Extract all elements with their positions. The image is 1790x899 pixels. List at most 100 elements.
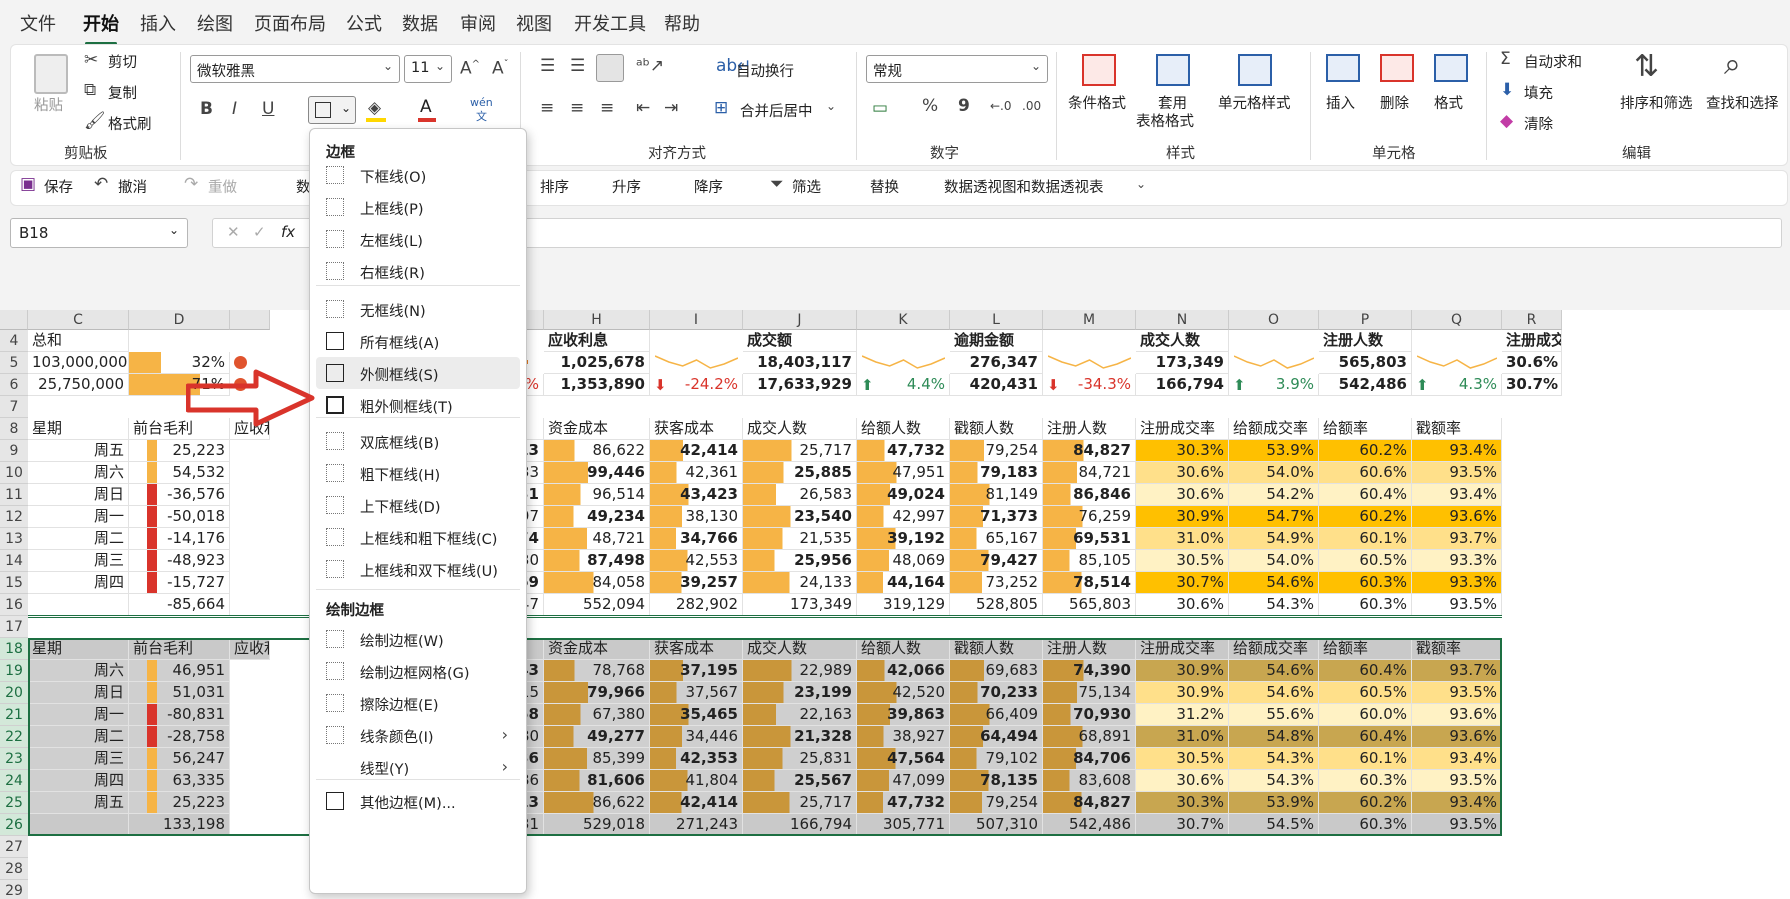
column-label[interactable]: 戳额率 bbox=[1412, 418, 1502, 440]
border-option-8[interactable]: 双底框线(B) bbox=[316, 425, 520, 457]
row-header[interactable]: 7 bbox=[0, 396, 28, 418]
align-middle-icon[interactable]: ☰ bbox=[570, 58, 585, 75]
border-option-11[interactable]: 上框线和粗下框线(C) bbox=[316, 521, 520, 553]
data-cell[interactable]: 47,951 bbox=[857, 462, 950, 484]
column-header[interactable]: H bbox=[544, 310, 650, 330]
kpi-value[interactable]: 542,486 bbox=[1319, 374, 1412, 396]
align-bottom-icon[interactable] bbox=[596, 54, 624, 82]
total-cell[interactable]: 173,349 bbox=[743, 594, 857, 616]
row-header[interactable]: 11 bbox=[0, 484, 28, 506]
draw-option-0[interactable]: 绘制边框(W) bbox=[316, 623, 520, 655]
data-cell[interactable]: 86,622 bbox=[544, 440, 650, 462]
total-cell[interactable]: -85,664 bbox=[129, 594, 230, 616]
column-label[interactable]: 注册人数 bbox=[1043, 418, 1136, 440]
data-cell[interactable]: 49,234 bbox=[544, 506, 650, 528]
align-top-icon[interactable]: ☰ bbox=[540, 58, 555, 75]
row-header[interactable]: 19 bbox=[0, 660, 28, 682]
tab-developer[interactable]: 开发工具 bbox=[574, 10, 646, 36]
font-color-icon[interactable]: A bbox=[420, 99, 432, 116]
data-cell[interactable]: 39,257 bbox=[650, 572, 743, 594]
row-header[interactable]: 16 bbox=[0, 594, 28, 616]
column-label[interactable]: 注册成交率 bbox=[1136, 418, 1229, 440]
data-cell[interactable]: 60.3% bbox=[1319, 572, 1412, 594]
enter-icon[interactable]: ✓ bbox=[253, 223, 266, 241]
weekday-cell[interactable]: 周五 bbox=[28, 440, 129, 462]
replace-button[interactable]: 替换 bbox=[870, 176, 899, 197]
row-header[interactable]: 29 bbox=[0, 880, 28, 899]
tab-home[interactable]: 开始 bbox=[83, 10, 119, 45]
row-header[interactable]: 5 bbox=[0, 352, 28, 374]
data-cell[interactable]: 93.4% bbox=[1412, 484, 1502, 506]
column-label[interactable]: 获客成本 bbox=[650, 418, 743, 440]
align-left-icon[interactable]: ≡ bbox=[540, 100, 554, 117]
chevron-down-icon[interactable]: ⌄ bbox=[826, 100, 836, 112]
row-header[interactable]: 28 bbox=[0, 858, 28, 880]
data-cell[interactable]: 30.6% bbox=[1136, 484, 1229, 506]
kpi-value[interactable]: 1,025,678 bbox=[544, 352, 650, 374]
tab-help[interactable]: 帮助 bbox=[664, 10, 700, 36]
border-option-5[interactable]: 所有框线(A) bbox=[316, 325, 520, 357]
data-cell[interactable]: 79,183 bbox=[950, 462, 1043, 484]
column-header[interactable]: O bbox=[1229, 310, 1319, 330]
paste-button[interactable]: 粘贴 bbox=[34, 94, 63, 115]
data-cell[interactable]: 53.9% bbox=[1229, 440, 1319, 462]
data-cell[interactable]: 42,553 bbox=[650, 550, 743, 572]
redo-button[interactable]: 重做 bbox=[208, 176, 237, 197]
tab-insert[interactable]: 插入 bbox=[140, 10, 176, 36]
border-option-6[interactable]: 外侧框线(S) bbox=[316, 357, 520, 389]
data-cell[interactable]: 21,535 bbox=[743, 528, 857, 550]
data-cell[interactable]: 54.2% bbox=[1229, 484, 1319, 506]
find-select-button[interactable]: 查找和选择 bbox=[1706, 92, 1779, 113]
kpi-value[interactable]: 17,633,929 bbox=[743, 374, 857, 396]
data-cell[interactable]: 49,024 bbox=[857, 484, 950, 506]
column-header[interactable]: P bbox=[1319, 310, 1412, 330]
data-cell[interactable]: 25,223 bbox=[129, 440, 230, 462]
weekday-cell[interactable]: 周六 bbox=[28, 462, 129, 484]
paste-icon[interactable] bbox=[34, 54, 68, 94]
data-cell[interactable]: 99,446 bbox=[544, 462, 650, 484]
delete-cells-button[interactable]: 删除 bbox=[1380, 92, 1409, 113]
data-cell[interactable]: 31.0% bbox=[1136, 528, 1229, 550]
column-header[interactable]: R bbox=[1502, 310, 1562, 330]
row-header[interactable]: 6 bbox=[0, 374, 28, 396]
column-header[interactable]: D bbox=[129, 310, 230, 330]
underline-button[interactable]: U bbox=[262, 101, 274, 118]
data-cell[interactable]: 44,164 bbox=[857, 572, 950, 594]
align-center-icon[interactable]: ≡ bbox=[570, 100, 584, 117]
kpi-value[interactable]: 420,431 bbox=[950, 374, 1043, 396]
data-cell[interactable]: 85,105 bbox=[1043, 550, 1136, 572]
percent-style-button[interactable]: % bbox=[922, 98, 938, 115]
sort-descending-button[interactable]: 降序 bbox=[694, 176, 723, 197]
kpi-value[interactable]: 1,353,890 bbox=[544, 374, 650, 396]
column-label[interactable]: 给额成交率 bbox=[1229, 418, 1319, 440]
data-cell[interactable]: 69,531 bbox=[1043, 528, 1136, 550]
data-cell[interactable]: 30.6% bbox=[1136, 462, 1229, 484]
tab-file[interactable]: 文件 bbox=[20, 10, 56, 36]
column-header[interactable]: C bbox=[28, 310, 129, 330]
column-header[interactable]: M bbox=[1043, 310, 1136, 330]
align-right-icon[interactable]: ≡ bbox=[600, 100, 614, 117]
data-cell[interactable]: 84,058 bbox=[544, 572, 650, 594]
kpi-label[interactable]: 总和 bbox=[28, 330, 129, 352]
pivot-chart-button[interactable]: 数据透视图和数据透视表 bbox=[944, 176, 1104, 197]
kpi-value[interactable]: 173,349 bbox=[1136, 352, 1229, 374]
tab-draw[interactable]: 绘图 bbox=[197, 10, 233, 36]
border-option-9[interactable]: 粗下框线(H) bbox=[316, 457, 520, 489]
save-button[interactable]: 保存 bbox=[44, 176, 73, 197]
shrink-font-icon[interactable]: Aˇ bbox=[492, 60, 509, 78]
kpi-label[interactable]: 应收利息 bbox=[544, 330, 650, 352]
column-header[interactable]: Q bbox=[1412, 310, 1502, 330]
total-cell[interactable]: 60.3% bbox=[1319, 594, 1412, 616]
draw-option-1[interactable]: 绘制边框网格(G) bbox=[316, 655, 520, 687]
number-format-select[interactable]: 常规 ⌄ bbox=[866, 55, 1048, 83]
total-cell[interactable]: 528,805 bbox=[950, 594, 1043, 616]
data-cell[interactable]: 24,133 bbox=[743, 572, 857, 594]
comma-style-button[interactable]: 9 bbox=[958, 98, 970, 115]
total-cell[interactable]: 565,803 bbox=[1043, 594, 1136, 616]
kpi-value[interactable]: 276,347 bbox=[950, 352, 1043, 374]
borders-dropdown-button[interactable]: ⌄ bbox=[308, 96, 356, 124]
data-cell[interactable]: 54.0% bbox=[1229, 462, 1319, 484]
cell-styles-button[interactable]: 单元格样式 bbox=[1218, 92, 1291, 113]
row-header[interactable]: 23 bbox=[0, 748, 28, 770]
data-cell[interactable]: 79,254 bbox=[950, 440, 1043, 462]
